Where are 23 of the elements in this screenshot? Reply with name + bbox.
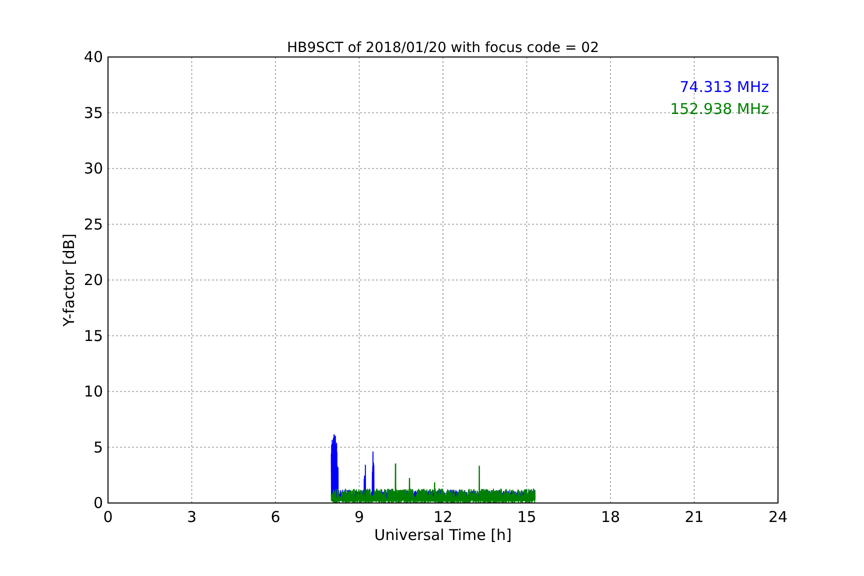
y-tick-label: 25 — [84, 215, 103, 234]
legend-label: 152.938 MHz — [670, 100, 769, 118]
x-tick-label: 18 — [600, 508, 620, 526]
y-tick-label: 30 — [84, 160, 103, 178]
x-tick-label: 6 — [270, 508, 280, 526]
x-tick-label: 12 — [433, 508, 453, 526]
x-tick-label: 24 — [768, 508, 788, 526]
chart-title: HB9SCT of 2018/01/20 with focus code = 02 — [287, 40, 599, 56]
y-tick-label: 0 — [93, 494, 103, 512]
y-tick-label: 20 — [84, 271, 103, 289]
y-tick-label: 35 — [84, 104, 103, 122]
x-tick-label: 21 — [684, 508, 704, 526]
x-tick-label: 0 — [103, 508, 113, 526]
x-tick-label: 15 — [517, 508, 536, 526]
x-tick-label: 9 — [354, 508, 364, 526]
x-axis-label: Universal Time [h] — [374, 526, 512, 544]
y-tick-label: 15 — [84, 326, 103, 345]
y-axis-label: Y-factor [dB] — [60, 233, 78, 327]
x-tick-label: 3 — [186, 508, 197, 526]
y-tick-label: 10 — [84, 382, 103, 400]
y-tick-label: 5 — [93, 438, 103, 456]
y-tick-label: 40 — [84, 48, 103, 66]
legend-label: 74.313 MHz — [680, 78, 769, 96]
